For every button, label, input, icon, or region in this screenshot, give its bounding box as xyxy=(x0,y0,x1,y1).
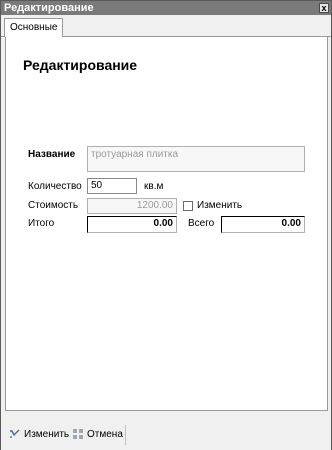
grand-total-label: Всего xyxy=(188,218,215,229)
name-field[interactable]: тротуарная плитка xyxy=(87,146,305,172)
quantity-unit: кв.м xyxy=(144,181,164,192)
title-bar: Редактирование x xyxy=(1,1,331,15)
tab-strip: Основные xyxy=(1,15,331,37)
name-label: Название xyxy=(28,149,76,160)
total-field: 0.00 xyxy=(87,216,177,233)
save-button-label: Изменить xyxy=(24,428,70,440)
cancel-grid-icon xyxy=(72,428,84,440)
cost-field[interactable]: 1200.00 xyxy=(87,198,177,214)
cost-label: Стоимость xyxy=(28,200,79,211)
quantity-label: Количество xyxy=(28,181,82,192)
cancel-button[interactable]: Отмена xyxy=(72,428,123,440)
quantity-input[interactable]: 50 xyxy=(87,178,137,194)
save-button[interactable]: Изменить xyxy=(9,428,69,440)
close-icon[interactable]: x xyxy=(319,3,329,13)
total-label: Итого xyxy=(28,218,55,229)
edit-icon xyxy=(9,428,21,440)
cancel-button-label: Отмена xyxy=(87,428,123,440)
footer-toolbar: Изменить Отмена xyxy=(1,421,331,450)
edit-window: Редактирование x Основные Редактирование… xyxy=(0,0,332,450)
tab-main[interactable]: Основные xyxy=(4,18,64,37)
window-title: Редактирование xyxy=(4,2,94,14)
footer-divider xyxy=(125,425,126,445)
grand-total-field: 0.00 xyxy=(221,216,305,233)
form-heading: Редактирование xyxy=(23,57,138,73)
change-cost-checkbox[interactable] xyxy=(183,201,193,211)
change-cost-label: Изменить xyxy=(197,200,243,211)
